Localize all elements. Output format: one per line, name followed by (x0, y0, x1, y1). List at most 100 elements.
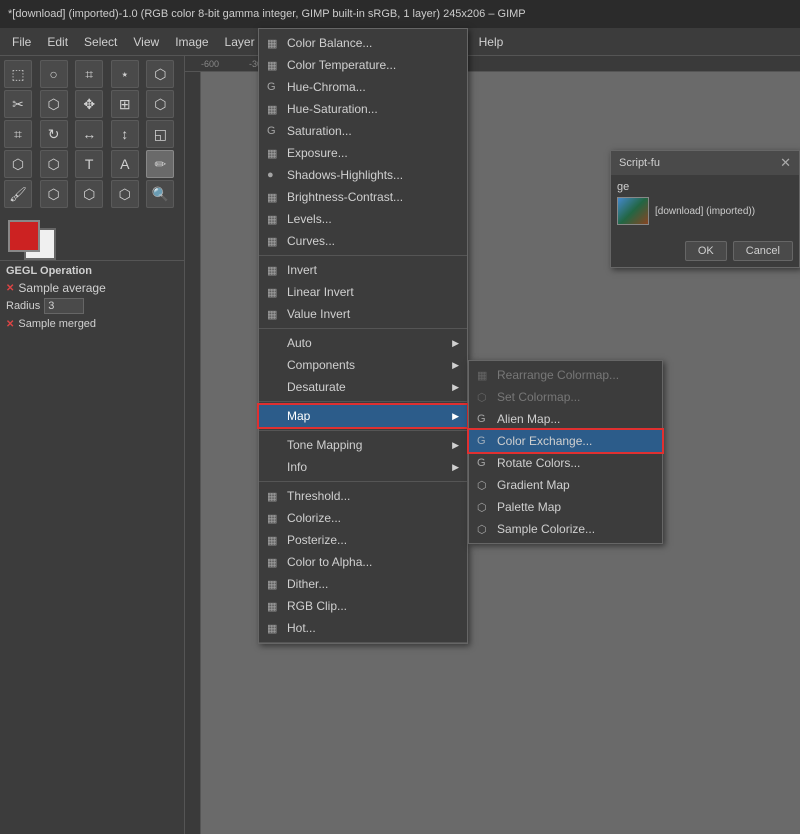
tool-shear[interactable]: ↕ (111, 120, 139, 148)
color-exchange-icon: G (477, 435, 486, 447)
menu-value-invert[interactable]: ▦Value Invert (259, 303, 467, 325)
menu-brightness-contrast[interactable]: ▦Brightness-Contrast... (259, 186, 467, 208)
tool-unified[interactable]: ⬡ (4, 150, 32, 178)
tool-align[interactable]: ⊞ (111, 90, 139, 118)
menu-file[interactable]: File (4, 31, 39, 53)
menu-layer[interactable]: Layer (217, 31, 263, 53)
colors-menu-section-2: ▦Invert ▦Linear Invert ▦Value Invert (259, 256, 467, 329)
tool-paintbrush[interactable]: 🖌 (4, 180, 32, 208)
tool-airbrush[interactable]: ⬡ (75, 180, 103, 208)
tool-crop[interactable]: ⌗ (4, 120, 32, 148)
tool-scale[interactable]: ↔ (75, 120, 103, 148)
linear-invert-icon: ▦ (267, 286, 277, 299)
menu-saturation[interactable]: GSaturation... (259, 120, 467, 142)
map-rotate-colors[interactable]: GRotate Colors... (469, 452, 662, 474)
sample-merged-label: Sample merged (18, 318, 96, 330)
tool-move[interactable]: ✥ (75, 90, 103, 118)
dialog-image-row: [download] (imported)) (617, 197, 793, 225)
tool-eraser[interactable]: ⬡ (40, 180, 68, 208)
rgb-clip-icon: ▦ (267, 600, 277, 613)
gegl-title: GEGL Operation (6, 265, 178, 277)
menu-image[interactable]: Image (167, 31, 216, 53)
tool-text[interactable]: T (75, 150, 103, 178)
menu-posterize[interactable]: ▦Posterize... (259, 529, 467, 551)
menu-hue-chroma[interactable]: GHue-Chroma... (259, 76, 467, 98)
colors-menu-section-1: ▦Color Balance... ▦Color Temperature... … (259, 29, 467, 256)
tool-warp-transform[interactable]: ⬡ (146, 90, 174, 118)
tool-pencil[interactable]: ✏ (146, 150, 174, 178)
menu-linear-invert[interactable]: ▦Linear Invert (259, 281, 467, 303)
hue-saturation-icon: ▦ (267, 103, 277, 116)
colors-dropdown-menu: ▦Color Balance... ▦Color Temperature... … (258, 28, 468, 644)
dialog-cancel-button[interactable]: Cancel (733, 241, 793, 261)
menu-auto[interactable]: Auto (259, 332, 467, 354)
radius-row: Radius (6, 298, 178, 314)
curves-icon: ▦ (267, 235, 277, 248)
exposure-icon: ▦ (267, 147, 277, 160)
ruler-vertical (185, 72, 201, 834)
map-sample-colorize[interactable]: ⬡Sample Colorize... (469, 518, 662, 540)
sample-merged-x[interactable]: ✕ (6, 319, 14, 330)
tool-by-color[interactable]: ⬡ (146, 60, 174, 88)
colors-menu-section-5: Tone Mapping Info (259, 431, 467, 482)
levels-icon: ▦ (267, 213, 277, 226)
gegl-sample-row: ✕ Sample average (6, 281, 178, 295)
menu-color-balance[interactable]: ▦Color Balance... (259, 32, 467, 54)
menu-hot[interactable]: ▦Hot... (259, 617, 467, 639)
rotate-colors-icon: G (477, 457, 486, 469)
map-gradient-map[interactable]: ⬡Gradient Map (469, 474, 662, 496)
tool-path[interactable]: A (111, 150, 139, 178)
map-color-exchange[interactable]: GColor Exchange... (469, 430, 662, 452)
menu-select[interactable]: Select (76, 31, 125, 53)
dither-icon: ▦ (267, 578, 277, 591)
colors-menu-section-3: Auto Components Desaturate (259, 329, 467, 402)
foreground-color[interactable] (8, 220, 40, 252)
menu-curves[interactable]: ▦Curves... (259, 230, 467, 252)
menu-color-to-alpha[interactable]: ▦Color to Alpha... (259, 551, 467, 573)
tool-fuzzy-select[interactable]: ⋆ (111, 60, 139, 88)
menu-desaturate[interactable]: Desaturate (259, 376, 467, 398)
dialog-image-label: [download] (imported)) (655, 206, 755, 217)
menu-levels[interactable]: ▦Levels... (259, 208, 467, 230)
menu-shadows-highlights[interactable]: ●Shadows-Highlights... (259, 164, 467, 186)
menu-rgb-clip[interactable]: ▦RGB Clip... (259, 595, 467, 617)
dialog-close-button[interactable]: ✕ (780, 155, 791, 171)
map-set-colormap: ⬡Set Colormap... (469, 386, 662, 408)
menu-edit[interactable]: Edit (39, 31, 76, 53)
color-to-alpha-icon: ▦ (267, 556, 277, 569)
dialog-image-thumbnail (617, 197, 649, 225)
menu-info[interactable]: Info (259, 456, 467, 478)
tool-free-select[interactable]: ⌗ (75, 60, 103, 88)
menu-view[interactable]: View (125, 31, 167, 53)
dialog-ok-button[interactable]: OK (685, 241, 727, 261)
menu-color-temperature[interactable]: ▦Color Temperature... (259, 54, 467, 76)
menu-hue-saturation[interactable]: ▦Hue-Saturation... (259, 98, 467, 120)
menu-help[interactable]: Help (471, 31, 512, 53)
menu-components[interactable]: Components (259, 354, 467, 376)
shadows-highlights-icon: ● (267, 169, 274, 181)
title-bar: *[download] (imported)-1.0 (RGB color 8-… (0, 0, 800, 28)
menu-invert[interactable]: ▦Invert (259, 259, 467, 281)
tool-flip[interactable]: ⬡ (40, 150, 68, 178)
tool-scissors[interactable]: ✂ (4, 90, 32, 118)
tool-clone[interactable]: ⬡ (111, 180, 139, 208)
tool-rotate[interactable]: ↻ (40, 120, 68, 148)
gegl-section: GEGL Operation ✕ Sample average Radius ✕… (0, 260, 184, 337)
map-alien-map[interactable]: GAlien Map... (469, 408, 662, 430)
menu-exposure[interactable]: ▦Exposure... (259, 142, 467, 164)
gegl-x-badge[interactable]: ✕ (6, 283, 14, 294)
tool-rect-select[interactable]: ⬚ (4, 60, 32, 88)
menu-threshold[interactable]: ▦Threshold... (259, 485, 467, 507)
map-palette-map[interactable]: ⬡Palette Map (469, 496, 662, 518)
tool-magnify[interactable]: 🔍 (146, 180, 174, 208)
tool-ellipse-select[interactable]: ○ (40, 60, 68, 88)
tool-perspective[interactable]: ◱ (146, 120, 174, 148)
radius-input[interactable] (44, 298, 84, 314)
hue-chroma-icon: G (267, 81, 276, 93)
menu-colorize[interactable]: ▦Colorize... (259, 507, 467, 529)
menu-map[interactable]: Map (259, 405, 467, 427)
menu-tone-mapping[interactable]: Tone Mapping (259, 434, 467, 456)
dialog-title: Script-fu (619, 157, 660, 169)
menu-dither[interactable]: ▦Dither... (259, 573, 467, 595)
tool-foreground-select[interactable]: ⬡ (40, 90, 68, 118)
